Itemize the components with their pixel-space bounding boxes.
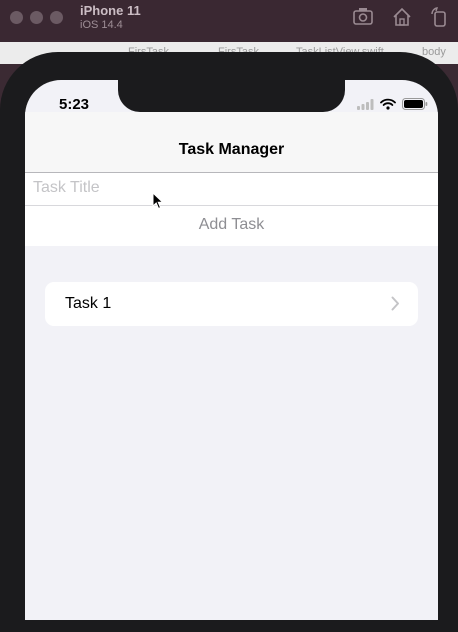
screenshot-icon[interactable]: [352, 6, 374, 28]
device-screen: 5:23 Task Manager Add Task Task 1: [25, 80, 438, 620]
mouse-pointer-icon: [152, 192, 164, 210]
rotate-icon[interactable]: [428, 6, 450, 28]
close-window-button[interactable]: [10, 11, 23, 24]
breadcrumb-item[interactable]: body: [422, 46, 446, 58]
simulator-titlebar: iPhone 11 iOS 14.4: [0, 0, 458, 42]
os-version: iOS 14.4: [80, 19, 123, 31]
signal-icon: [357, 98, 374, 110]
wifi-icon: [380, 98, 396, 110]
status-time: 5:23: [59, 96, 90, 113]
task-title-field-container: [25, 173, 438, 206]
device-name: iPhone 11: [80, 3, 141, 18]
task-title-input[interactable]: [25, 173, 413, 203]
add-task-button[interactable]: Add Task: [25, 206, 438, 246]
task-list: Task 1: [45, 282, 418, 326]
home-icon[interactable]: [391, 6, 413, 28]
device-notch: [118, 80, 345, 112]
battery-icon: [402, 98, 428, 110]
minimize-window-button[interactable]: [30, 11, 43, 24]
zoom-window-button[interactable]: [50, 11, 63, 24]
chevron-right-icon: [391, 296, 399, 311]
page-title: Task Manager: [178, 141, 285, 158]
navigation-bar: Task Manager: [25, 112, 438, 173]
task-label: Task 1: [65, 295, 112, 312]
status-icons: [357, 98, 428, 110]
